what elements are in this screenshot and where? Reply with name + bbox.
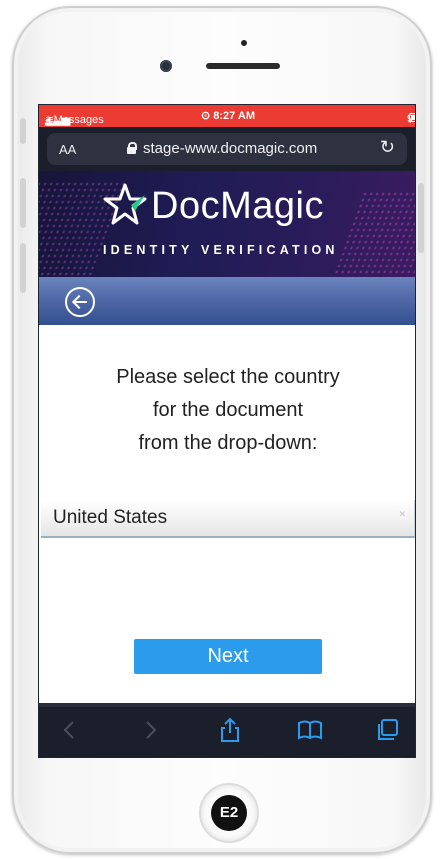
status-time: ⊙ 8:27 AM [201, 110, 256, 122]
step-badge: E2 [211, 795, 247, 831]
browser-chrome: AA stage-www.docmagic.com ↻ [39, 127, 415, 171]
chevron-down-icon: ✕ [398, 509, 406, 519]
lock-icon [127, 142, 137, 154]
power-button [418, 183, 424, 253]
earpiece-speaker [206, 63, 280, 69]
url-text[interactable]: stage-www.docmagic.com [143, 140, 317, 157]
bookmarks-icon[interactable] [295, 715, 325, 745]
brand-name: DocMagic [151, 185, 324, 227]
browser-toolbar [39, 703, 415, 757]
front-camera [160, 60, 172, 72]
wifi-icon: ≋ [45, 114, 55, 126]
page-header [39, 277, 415, 325]
front-sensor [241, 40, 247, 46]
volume-down-button [20, 243, 26, 293]
text-size-button[interactable]: AA [59, 142, 76, 157]
share-icon[interactable] [215, 715, 245, 745]
docmagic-banner: DocMagic IDENTITY VERIFICATION [39, 171, 415, 277]
country-select-value: United States [53, 507, 168, 528]
battery-icon [409, 113, 415, 122]
reload-icon[interactable]: ↻ [380, 137, 395, 158]
instruction-text: Please select the country for the docume… [116, 366, 340, 454]
docmagic-star-logo-icon [103, 183, 147, 225]
forward-arrow-icon[interactable] [135, 715, 165, 745]
brand-tagline: IDENTITY VERIFICATION [103, 243, 339, 257]
back-button[interactable] [65, 287, 95, 317]
volume-up-button [20, 178, 26, 228]
home-button[interactable]: E2 [199, 783, 259, 843]
status-bar: ◂ Messages ▂▃▅ ≋ ⊙ 8:27 AM ➶ 97% [39, 105, 415, 127]
silent-switch [20, 118, 26, 144]
next-button[interactable]: Next [134, 639, 322, 674]
phone-screen: ◂ Messages ▂▃▅ ≋ ⊙ 8:27 AM ➶ 97% AA stag… [38, 104, 416, 758]
address-bar[interactable]: AA stage-www.docmagic.com ↻ [47, 133, 407, 165]
country-select[interactable]: United States ✕ [41, 500, 415, 538]
tabs-icon[interactable] [373, 715, 403, 745]
back-arrow-icon[interactable] [55, 715, 85, 745]
main-content: Please select the country for the docume… [39, 325, 415, 705]
